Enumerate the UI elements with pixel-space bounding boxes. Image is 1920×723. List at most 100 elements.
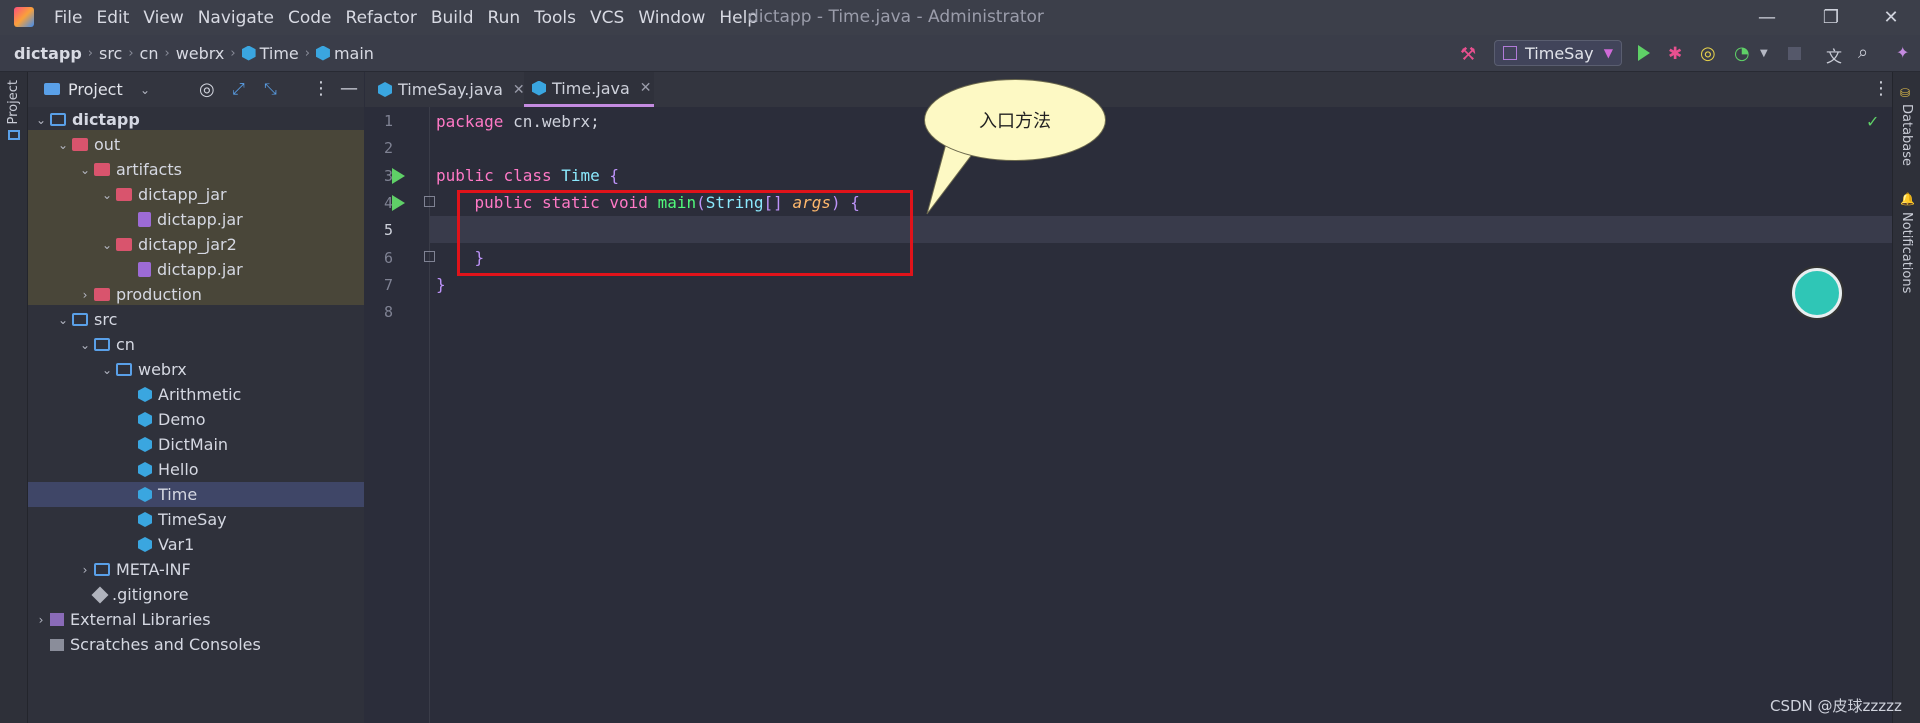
close-tab-icon[interactable]: ✕ <box>513 82 525 98</box>
menu-item-vcs[interactable]: VCS <box>590 8 624 28</box>
tree-item[interactable]: dictapp.jar <box>28 257 364 282</box>
chevron-down-icon[interactable]: ⌄ <box>76 163 94 177</box>
tree-item[interactable]: Var1 <box>28 532 364 557</box>
expand-all-icon[interactable]: ⤢ <box>232 79 245 99</box>
tree-item[interactable]: Demo <box>28 407 364 432</box>
chevron-right-icon[interactable]: › <box>76 288 94 302</box>
breadcrumb-item[interactable]: Time <box>260 44 299 63</box>
mascot-icon[interactable] <box>1792 268 1842 318</box>
fold-end-icon[interactable] <box>424 251 435 262</box>
menu-item-tools[interactable]: Tools <box>534 8 576 28</box>
tree-item[interactable]: Scratches and Consoles <box>28 632 364 657</box>
chevron-down-icon[interactable]: ⌄ <box>98 238 116 252</box>
tree-item[interactable]: DictMain <box>28 432 364 457</box>
build-hammer-icon[interactable]: ⚒ <box>1460 44 1476 65</box>
translate-icon[interactable]: 文 <box>1826 43 1842 67</box>
tree-item[interactable]: .gitignore <box>28 582 364 607</box>
tree-item-label: dictapp.jar <box>157 260 243 279</box>
menu-item-run[interactable]: Run <box>488 8 521 28</box>
profile-icon[interactable]: ◔ <box>1734 43 1750 64</box>
run-class-gutter-icon[interactable] <box>392 168 405 184</box>
breadcrumb-item[interactable]: cn <box>140 44 159 63</box>
database-tool-tab[interactable]: Database <box>1899 104 1914 166</box>
tree-item[interactable]: ⌄ cn <box>28 332 364 357</box>
chevron-right-icon[interactable]: › <box>32 613 50 627</box>
tree-item[interactable]: ⌄ artifacts <box>28 157 364 182</box>
tree-item[interactable]: ⌄ src <box>28 307 364 332</box>
chevron-down-icon[interactable]: ⌄ <box>32 113 50 127</box>
breadcrumb-separator-icon: › <box>230 45 236 61</box>
run-config-dropdown[interactable]: TimeSay ▼ <box>1494 40 1622 66</box>
tab-label: Time.java <box>552 78 630 98</box>
menu-item-code[interactable]: Code <box>288 8 332 28</box>
tree-item[interactable]: ⌄ webrx <box>28 357 364 382</box>
tree-item-label: dictapp.jar <box>157 210 243 229</box>
window-title: dictapp - Time.java - Administrator <box>748 7 1044 27</box>
search-icon[interactable]: ⌕ <box>1858 42 1868 63</box>
tab-time-java[interactable]: Time.java ✕ <box>524 72 654 107</box>
run-main-gutter-icon[interactable] <box>392 195 405 211</box>
project-tool-tab[interactable]: Project <box>6 80 21 124</box>
locate-target-icon[interactable]: ◎ <box>199 79 215 100</box>
menu-item-file[interactable]: File <box>54 8 82 28</box>
collapse-all-icon[interactable]: ⤡ <box>264 79 277 99</box>
chevron-down-icon[interactable]: ⌄ <box>98 363 116 377</box>
tree-item-label: production <box>116 285 202 304</box>
tree-item[interactable]: TimeSay <box>28 507 364 532</box>
tree-item[interactable]: › External Libraries <box>28 607 364 632</box>
editor-options-kebab-icon[interactable]: ⋮ <box>1872 78 1890 99</box>
tree-item[interactable]: › production <box>28 282 364 307</box>
chevron-down-icon[interactable]: ⌄ <box>76 338 94 352</box>
java-class-icon <box>138 537 152 552</box>
chevron-down-icon[interactable]: ⌄ <box>54 138 72 152</box>
breadcrumb-item[interactable]: webrx <box>176 44 225 63</box>
tab-timesay-java[interactable]: TimeSay.java ✕ <box>374 72 526 107</box>
no-problems-check-icon: ✓ <box>1866 112 1880 131</box>
menu-item-window[interactable]: Window <box>638 8 705 28</box>
tree-item-label: src <box>94 310 118 329</box>
menu-item-refactor[interactable]: Refactor <box>346 8 417 28</box>
chevron-down-icon[interactable]: ⌄ <box>54 313 72 327</box>
tree-item[interactable]: ⌄ out <box>28 132 364 157</box>
close-button[interactable]: ✕ <box>1862 0 1920 35</box>
chevron-down-icon[interactable]: ⌄ <box>140 83 150 97</box>
tree-item[interactable]: dictapp.jar <box>28 207 364 232</box>
stop-icon[interactable] <box>1788 47 1801 60</box>
breadcrumb-item[interactable]: src <box>99 44 122 63</box>
line-number: 3 <box>383 166 393 185</box>
tree-item[interactable]: ⌄ dictapp <box>28 107 364 132</box>
options-kebab-icon[interactable]: ⋮ <box>312 78 330 99</box>
debug-icon[interactable]: ✱ <box>1668 44 1682 64</box>
menu-item-navigate[interactable]: Navigate <box>198 8 274 28</box>
close-tab-icon[interactable]: ✕ <box>640 80 652 96</box>
chevron-right-icon[interactable]: › <box>76 563 94 577</box>
minimize-button[interactable]: — <box>1738 0 1796 35</box>
fold-icon[interactable] <box>424 196 435 207</box>
tree-item[interactable]: › META-INF <box>28 557 364 582</box>
right-tool-strip <box>1892 72 1920 723</box>
line-number: 5 <box>383 221 393 240</box>
restore-button[interactable]: ❐ <box>1802 0 1860 35</box>
project-tool-icon <box>8 130 20 140</box>
project-panel-title[interactable]: Project <box>68 80 123 99</box>
breadcrumb: dictapp › src › cn › webrx › Time › main <box>14 35 374 71</box>
menu-item-edit[interactable]: Edit <box>96 8 129 28</box>
tree-item[interactable]: ⌄ dictapp_jar2 <box>28 232 364 257</box>
breadcrumb-item[interactable]: main <box>334 44 374 63</box>
tree-item[interactable]: Arithmetic <box>28 382 364 407</box>
tree-item[interactable]: Time <box>28 482 364 507</box>
more-run-chevron-icon[interactable]: ▼ <box>1760 48 1768 59</box>
hide-panel-icon[interactable]: — <box>340 78 358 99</box>
tree-item-label: dictapp <box>72 110 140 129</box>
menu-item-build[interactable]: Build <box>431 8 474 28</box>
ide-plugin-icon[interactable]: ✦ <box>1896 43 1909 62</box>
coverage-icon[interactable]: ◎ <box>1700 43 1716 64</box>
tree-item[interactable]: ⌄ dictapp_jar <box>28 182 364 207</box>
callout-text: 入口方法 <box>979 111 1051 132</box>
notifications-tool-tab[interactable]: Notifications <box>1899 212 1914 293</box>
run-icon[interactable] <box>1638 45 1650 61</box>
chevron-down-icon[interactable]: ⌄ <box>98 188 116 202</box>
menu-item-view[interactable]: View <box>143 8 183 28</box>
tree-item[interactable]: Hello <box>28 457 364 482</box>
breadcrumb-item[interactable]: dictapp <box>14 44 82 63</box>
